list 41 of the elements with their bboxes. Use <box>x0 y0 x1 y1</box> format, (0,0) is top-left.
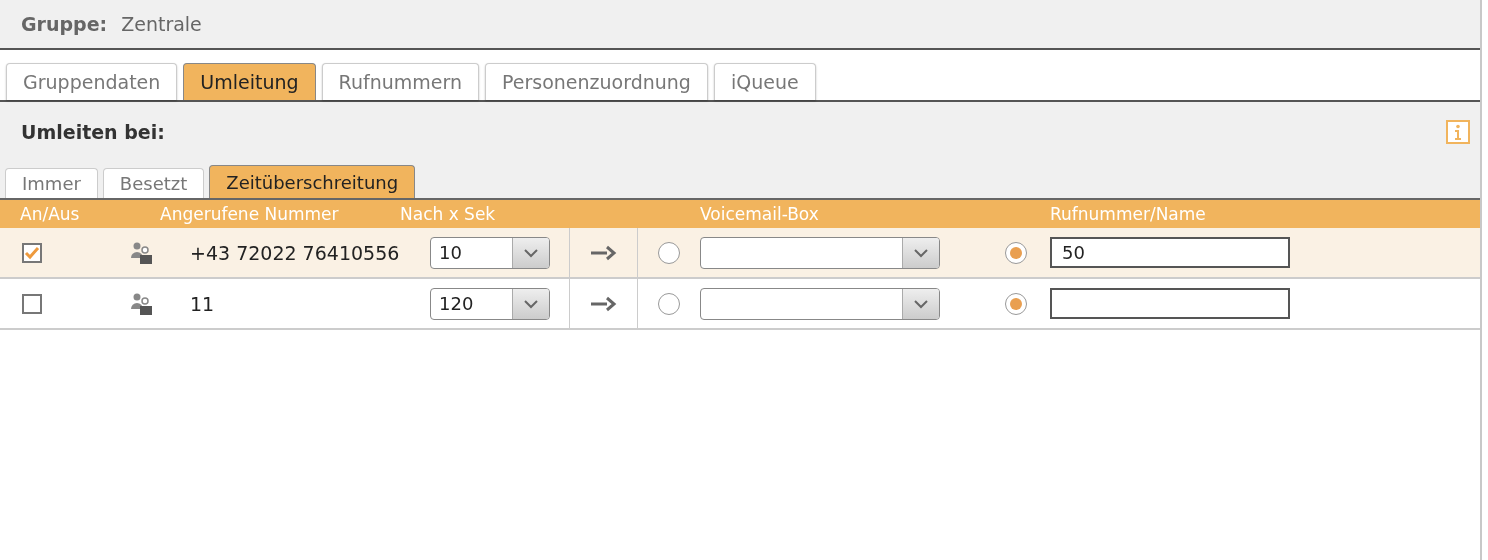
column-header: Angerufene Nummer <box>160 204 339 224</box>
section-title: Umleiten bei: <box>21 121 165 143</box>
info-icon[interactable] <box>1446 120 1470 144</box>
table-row[interactable]: 11 120 <box>0 279 1480 330</box>
table-row[interactable]: +43 72022 76410556 10 50 <box>0 228 1480 279</box>
tab[interactable]: Personenzuordnung <box>485 63 708 100</box>
phone-number: 11 <box>190 292 215 315</box>
arrow-icon <box>588 244 619 261</box>
voicemail-radio[interactable] <box>658 241 680 264</box>
tab[interactable]: Umleitung <box>183 63 316 100</box>
voicemail-select[interactable] <box>700 236 940 269</box>
chevron-icon <box>523 247 539 258</box>
number-field[interactable]: 50 <box>1050 237 1290 268</box>
group-name: Zentrale <box>121 13 202 35</box>
column-header: Voicemail-Box <box>700 204 819 224</box>
column-header: An/Aus <box>20 204 80 224</box>
number-field[interactable] <box>1050 288 1290 319</box>
chevron-icon <box>913 247 929 258</box>
tab[interactable]: Rufnummern <box>321 63 479 100</box>
tab[interactable]: iQueue <box>713 63 816 100</box>
column-header: Rufnummer/Name <box>1050 204 1206 224</box>
number-radio[interactable] <box>1005 241 1027 264</box>
phone-number: +43 72022 76410556 <box>190 241 400 264</box>
subtab[interactable]: Besetzt <box>102 168 205 198</box>
arrow-icon <box>588 295 619 312</box>
seconds-select[interactable]: 10 <box>430 236 550 269</box>
subtab[interactable]: Immer <box>5 168 98 198</box>
subtab[interactable]: Zeitüberschreitung <box>209 165 416 198</box>
number-radio[interactable] <box>1005 292 1027 315</box>
tab[interactable]: Gruppendaten <box>6 63 178 100</box>
checkbox[interactable] <box>22 293 42 314</box>
group-label: Gruppe: <box>21 13 108 35</box>
users-icon <box>130 291 154 316</box>
checkbox[interactable] <box>22 242 42 263</box>
voicemail-radio[interactable] <box>658 292 680 315</box>
seconds-select[interactable]: 120 <box>430 287 550 320</box>
chevron-icon <box>523 298 539 309</box>
chevron-icon <box>913 298 929 309</box>
users-icon <box>130 240 154 265</box>
column-header: Nach x Sek <box>400 204 496 224</box>
voicemail-select[interactable] <box>700 287 940 320</box>
